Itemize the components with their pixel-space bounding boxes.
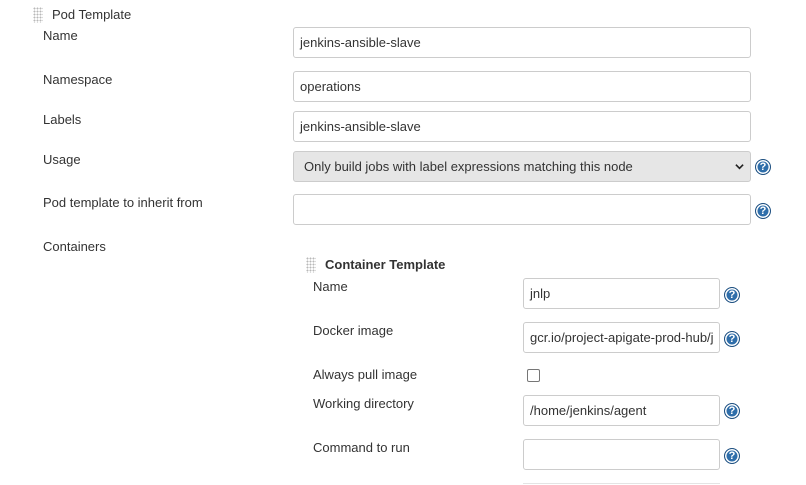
- always-pull-label: Always pull image: [313, 367, 418, 382]
- chevron-down-icon: [735, 164, 744, 170]
- labels-input[interactable]: jenkins-ansible-slave: [293, 111, 751, 142]
- container-name-label: Name: [313, 279, 348, 294]
- usage-help-icon[interactable]: ?: [755, 159, 771, 175]
- docker-image-help-icon[interactable]: ?: [724, 331, 740, 347]
- docker-image-input[interactable]: gcr.io/project-apigate-prod-hub/j: [523, 322, 720, 353]
- pod-name-input[interactable]: jenkins-ansible-slave: [293, 27, 751, 58]
- always-pull-checkbox[interactable]: [527, 369, 540, 382]
- containers-label: Containers: [43, 239, 106, 254]
- command-help-icon[interactable]: ?: [724, 448, 740, 464]
- namespace-label: Namespace: [43, 72, 113, 87]
- inherit-from-help-icon[interactable]: ?: [755, 203, 771, 219]
- usage-selected-value: Only build jobs with label expressions m…: [304, 159, 633, 174]
- usage-label: Usage: [43, 152, 81, 167]
- usage-select[interactable]: Only build jobs with label expressions m…: [293, 151, 751, 182]
- working-directory-input[interactable]: /home/jenkins/agent: [523, 395, 720, 426]
- container-template-drag-handle-icon[interactable]: [306, 257, 316, 273]
- pod-name-label: Name: [43, 28, 78, 43]
- docker-image-label: Docker image: [313, 323, 394, 338]
- labels-label: Labels: [43, 112, 82, 127]
- command-label: Command to run: [313, 440, 410, 455]
- inherit-from-label: Pod template to inherit from: [43, 195, 203, 210]
- pod-template-drag-handle-icon[interactable]: [33, 7, 43, 23]
- working-directory-label: Working directory: [313, 396, 414, 411]
- working-directory-help-icon[interactable]: ?: [724, 403, 740, 419]
- container-name-input[interactable]: jnlp: [523, 278, 720, 309]
- inherit-from-input[interactable]: [293, 194, 751, 225]
- pod-template-title: Pod Template: [52, 7, 132, 22]
- namespace-input[interactable]: operations: [293, 71, 751, 102]
- container-template-title: Container Template: [325, 257, 446, 272]
- next-field-edge: [523, 483, 720, 484]
- container-name-help-icon[interactable]: ?: [724, 287, 740, 303]
- command-input[interactable]: [523, 439, 720, 470]
